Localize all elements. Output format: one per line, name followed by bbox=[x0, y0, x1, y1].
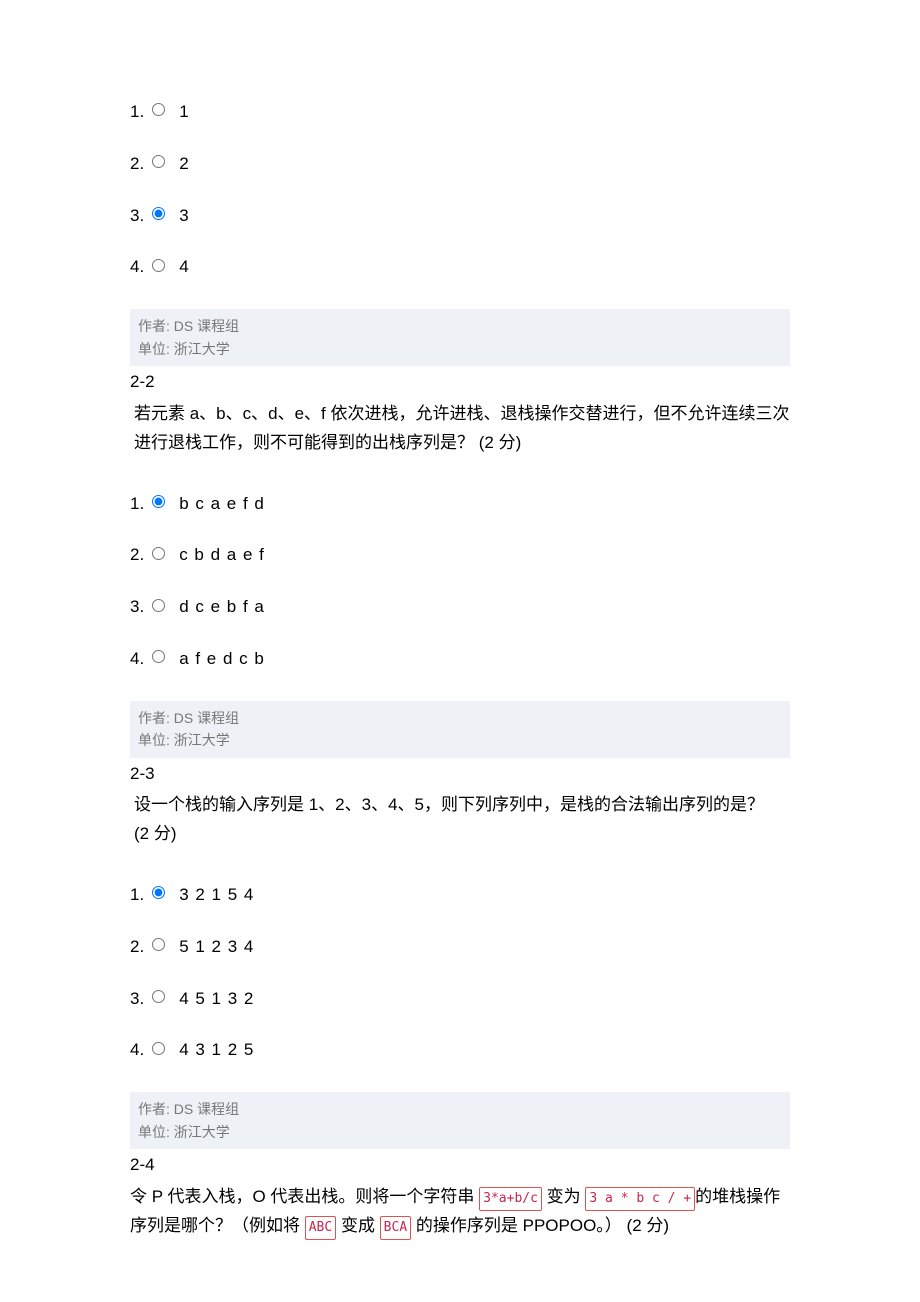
q1-option-4[interactable]: 4. 4 bbox=[130, 255, 790, 279]
radio-wrap[interactable] bbox=[152, 259, 165, 272]
option-number: 2. bbox=[130, 935, 144, 959]
radio-wrap[interactable] bbox=[152, 990, 165, 1003]
unit-label: 单位: bbox=[138, 1124, 170, 1140]
q2-options: 1. b c a e f d 2. c b d a e f 3. d c e b… bbox=[130, 492, 790, 671]
q3-radio-2[interactable] bbox=[152, 938, 165, 951]
option-label: 4 5 1 3 2 bbox=[179, 987, 254, 1011]
radio-wrap[interactable] bbox=[152, 495, 165, 508]
radio-wrap[interactable] bbox=[152, 886, 165, 899]
radio-wrap[interactable] bbox=[152, 650, 165, 663]
option-number: 1. bbox=[130, 100, 144, 124]
option-label: 4 3 1 2 5 bbox=[179, 1038, 254, 1062]
q1-option-3[interactable]: 3. 3 bbox=[130, 204, 790, 228]
q4-stem-e: 的操作序列是 PPOPOO。） bbox=[411, 1216, 622, 1235]
option-label: a f e d c b bbox=[179, 647, 265, 671]
code-inline: ABC bbox=[305, 1216, 336, 1240]
author-value: DS 课程组 bbox=[174, 1101, 239, 1117]
option-number: 3. bbox=[130, 204, 144, 228]
q3-id: 2-3 bbox=[130, 760, 790, 792]
radio-wrap[interactable] bbox=[152, 207, 165, 220]
option-number: 1. bbox=[130, 883, 144, 907]
q1-radio-1[interactable] bbox=[152, 103, 165, 116]
q3-option-1[interactable]: 1. 3 2 1 5 4 bbox=[130, 883, 790, 907]
q3-meta: 作者: DS 课程组 单位: 浙江大学 bbox=[130, 701, 790, 758]
option-label: 2 bbox=[179, 152, 189, 176]
author-label: 作者: bbox=[138, 1101, 170, 1117]
page: 1. 1 2. 2 3. 3 4. 4 作者: DS 课程组 单位: 浙江大学 … bbox=[0, 0, 920, 1285]
option-label: b c a e f d bbox=[179, 492, 265, 516]
option-label: d c e b f a bbox=[179, 595, 265, 619]
q3-stem: 设一个栈的输入序列是 1、2、3、4、5，则下列序列中，是栈的合法输出序列的是？… bbox=[130, 791, 790, 853]
option-number: 1. bbox=[130, 492, 144, 516]
q3-option-4[interactable]: 4. 4 3 1 2 5 bbox=[130, 1038, 790, 1062]
q2-option-3[interactable]: 3. d c e b f a bbox=[130, 595, 790, 619]
q3-stem-text: 设一个栈的输入序列是 1、2、3、4、5，则下列序列中，是栈的合法输出序列的是？ bbox=[134, 795, 764, 814]
option-label: c b d a e f bbox=[179, 543, 265, 567]
q2-id: 2-2 bbox=[130, 368, 790, 400]
q2-radio-2[interactable] bbox=[152, 547, 165, 560]
q3-radio-3[interactable] bbox=[152, 990, 165, 1003]
q1-option-2[interactable]: 2. 2 bbox=[130, 152, 790, 176]
q2-option-4[interactable]: 4. a f e d c b bbox=[130, 647, 790, 671]
option-number: 2. bbox=[130, 152, 144, 176]
q4-meta: 作者: DS 课程组 单位: 浙江大学 bbox=[130, 1092, 790, 1149]
q4-stem-b: 变为 bbox=[542, 1187, 585, 1206]
option-label: 3 2 1 5 4 bbox=[179, 883, 254, 907]
q2-option-2[interactable]: 2. c b d a e f bbox=[130, 543, 790, 567]
option-label: 1 bbox=[179, 100, 189, 124]
radio-wrap[interactable] bbox=[152, 155, 165, 168]
q4-points: (2 分) bbox=[627, 1216, 670, 1235]
radio-wrap[interactable] bbox=[152, 103, 165, 116]
q3-radio-1[interactable] bbox=[152, 886, 165, 899]
q2-points: (2 分) bbox=[479, 433, 522, 452]
option-number: 4. bbox=[130, 255, 144, 279]
radio-wrap[interactable] bbox=[152, 1042, 165, 1055]
q2-radio-4[interactable] bbox=[152, 650, 165, 663]
q4-id: 2-4 bbox=[130, 1151, 790, 1183]
q3-radio-4[interactable] bbox=[152, 1042, 165, 1055]
q4-stem-a: 令 P 代表入栈，O 代表出栈。则将一个字符串 bbox=[130, 1187, 479, 1206]
q3-points: (2 分) bbox=[134, 824, 177, 843]
author-label: 作者: bbox=[138, 318, 170, 334]
q4-stem: 令 P 代表入栈，O 代表出栈。则将一个字符串 3*a+b/c 变为 3 a *… bbox=[130, 1183, 790, 1245]
author-value: DS 课程组 bbox=[174, 318, 239, 334]
radio-wrap[interactable] bbox=[152, 547, 165, 560]
q3-options: 1. 3 2 1 5 4 2. 5 1 2 3 4 3. 4 5 1 3 2 4… bbox=[130, 883, 790, 1062]
radio-wrap[interactable] bbox=[152, 938, 165, 951]
code-inline: 3 a * b c / + bbox=[585, 1187, 695, 1211]
option-label: 4 bbox=[179, 255, 189, 279]
option-number: 3. bbox=[130, 595, 144, 619]
q1-radio-3[interactable] bbox=[152, 207, 165, 220]
unit-label: 单位: bbox=[138, 732, 170, 748]
option-number: 4. bbox=[130, 647, 144, 671]
q1-option-1[interactable]: 1. 1 bbox=[130, 100, 790, 124]
q2-radio-1[interactable] bbox=[152, 495, 165, 508]
option-number: 3. bbox=[130, 987, 144, 1011]
option-number: 4. bbox=[130, 1038, 144, 1062]
author-label: 作者: bbox=[138, 710, 170, 726]
q2-stem: 若元素 a、b、c、d、e、f 依次进栈，允许进栈、退栈操作交替进行，但不允许连… bbox=[130, 400, 790, 462]
q1-options: 1. 1 2. 2 3. 3 4. 4 bbox=[130, 100, 790, 279]
q1-radio-4[interactable] bbox=[152, 259, 165, 272]
option-label: 5 1 2 3 4 bbox=[179, 935, 254, 959]
code-inline: BCA bbox=[380, 1216, 411, 1240]
q1-radio-2[interactable] bbox=[152, 155, 165, 168]
q3-option-2[interactable]: 2. 5 1 2 3 4 bbox=[130, 935, 790, 959]
unit-value: 浙江大学 bbox=[174, 1124, 230, 1140]
code-inline: 3*a+b/c bbox=[479, 1187, 542, 1211]
unit-value: 浙江大学 bbox=[174, 341, 230, 357]
q3-option-3[interactable]: 3. 4 5 1 3 2 bbox=[130, 987, 790, 1011]
unit-value: 浙江大学 bbox=[174, 732, 230, 748]
unit-label: 单位: bbox=[138, 341, 170, 357]
option-number: 2. bbox=[130, 543, 144, 567]
author-value: DS 课程组 bbox=[174, 710, 239, 726]
q4-stem-d: 变成 bbox=[336, 1216, 379, 1235]
q2-stem-text: 若元素 a、b、c、d、e、f 依次进栈，允许进栈、退栈操作交替进行，但不允许连… bbox=[134, 404, 790, 452]
q2-radio-3[interactable] bbox=[152, 599, 165, 612]
radio-wrap[interactable] bbox=[152, 599, 165, 612]
q2-option-1[interactable]: 1. b c a e f d bbox=[130, 492, 790, 516]
q2-meta: 作者: DS 课程组 单位: 浙江大学 bbox=[130, 309, 790, 366]
option-label: 3 bbox=[179, 204, 189, 228]
